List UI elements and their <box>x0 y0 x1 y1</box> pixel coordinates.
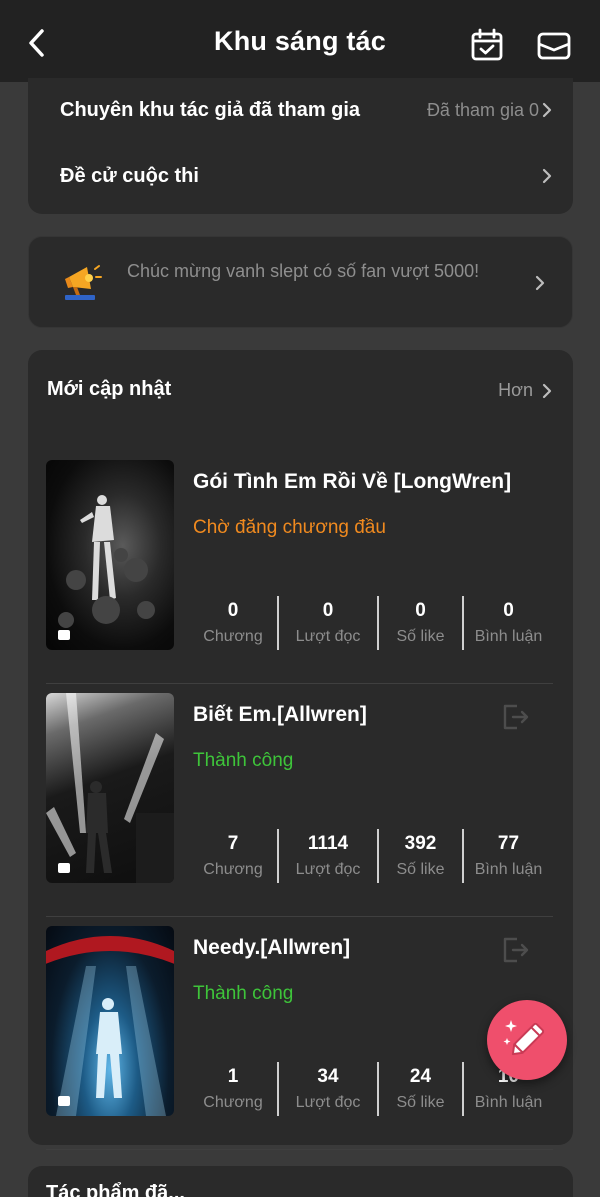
stat-caption: Số like <box>396 1094 445 1111</box>
work-item[interactable]: Biết Em.[Allwren] Thành công 7 Chương 11… <box>46 693 553 917</box>
app-header: Khu sáng tác <box>0 0 600 82</box>
cover-figure <box>58 495 155 628</box>
stat-likes: 0 Số like <box>379 596 464 650</box>
calendar-button[interactable] <box>470 28 504 62</box>
stat-caption: Chương <box>203 1094 263 1111</box>
stat-caption: Lượt đọc <box>295 861 361 878</box>
stat-chapters: 7 Chương <box>189 829 279 883</box>
exit-icon[interactable] <box>499 934 531 966</box>
work-title: Gói Tình Em Rồi Về [LongWren] <box>193 470 512 493</box>
stat-caption: Lượt đọc <box>295 628 361 645</box>
comment-badge-icon <box>58 1096 70 1106</box>
joined-author-zone-label: Chuyên khu tác giả đã tham gia <box>60 98 361 121</box>
stat-value: 34 <box>317 1066 339 1087</box>
stat-likes: 392 Số like <box>379 829 464 883</box>
cover-figure <box>46 693 174 883</box>
chevron-right-icon <box>542 102 552 118</box>
stat-comments: 0 Bình luận <box>464 596 553 650</box>
work-item[interactable]: Gói Tình Em Rồi Về [LongWren] Chờ đăng c… <box>46 460 553 684</box>
stat-value: 1114 <box>307 833 349 854</box>
comment-badge-icon <box>58 863 70 873</box>
stat-caption: Lượt đọc <box>295 1094 361 1111</box>
next-section-title: Tác phẩm đã... <box>46 1182 185 1197</box>
stat-caption: Số like <box>396 861 445 878</box>
stat-caption: Chương <box>203 861 263 878</box>
work-item[interactable]: Needy.[Allwren] Thành công 1 Chương 34 L… <box>46 926 553 1150</box>
notice-text: Chúc mừng vanh slept có số fan vượt 5000… <box>127 261 480 281</box>
mail-icon <box>537 32 571 60</box>
create-fab-button[interactable] <box>487 1000 567 1080</box>
megaphone-icon <box>65 265 102 300</box>
joined-author-zone-row[interactable]: Chuyên khu tác giả đã tham gia Đã tham g… <box>60 90 553 130</box>
chevron-right-icon <box>535 275 545 291</box>
stat-likes: 24 Số like <box>379 1062 464 1116</box>
stat-reads: 1114 Lượt đọc <box>279 829 379 883</box>
work-status: Thành công <box>193 983 294 1004</box>
stat-caption: Bình luận <box>474 628 543 645</box>
stat-comments: 77 Bình luận <box>464 829 553 883</box>
work-title: Biết Em.[Allwren] <box>193 703 367 726</box>
chevron-left-icon <box>29 29 44 57</box>
exit-icon[interactable] <box>499 701 531 733</box>
magic-pencil-icon <box>503 1020 545 1056</box>
stat-value: 0 <box>322 600 334 621</box>
stat-value: 7 <box>227 833 239 854</box>
next-section-card: Tác phẩm đã... <box>28 1166 573 1197</box>
stat-chapters: 0 Chương <box>189 596 279 650</box>
contest-nomination-label: Đề cử cuộc thi <box>60 164 199 187</box>
stat-value: 1 <box>227 1066 239 1087</box>
stat-value: 77 <box>497 833 520 854</box>
work-stats: 7 Chương 1114 Lượt đọc 392 Số like 77 Bì… <box>189 829 553 883</box>
stat-reads: 34 Lượt đọc <box>279 1062 379 1116</box>
more-link[interactable]: Hơn <box>498 380 553 401</box>
work-cover <box>46 460 174 650</box>
stat-value: 24 <box>409 1066 432 1087</box>
mail-button[interactable] <box>536 30 572 62</box>
chevron-right-icon <box>542 383 552 398</box>
calendar-check-icon <box>471 28 503 61</box>
stat-caption: Số like <box>396 628 445 645</box>
stat-value: 0 <box>503 600 514 621</box>
chevron-right-icon <box>542 168 552 184</box>
stat-caption: Bình luận <box>474 861 543 878</box>
work-cover <box>46 926 174 1116</box>
stat-reads: 0 Lượt đọc <box>279 596 379 650</box>
stat-value: 0 <box>415 600 426 621</box>
joined-count-value: Đã tham gia 0 <box>426 99 539 120</box>
work-title: Needy.[Allwren] <box>193 936 351 959</box>
back-button[interactable] <box>22 26 52 60</box>
contest-nomination-row[interactable]: Đề cử cuộc thi <box>60 156 553 196</box>
work-status: Chờ đăng chương đầu <box>193 517 386 538</box>
stat-value: 392 <box>404 833 437 854</box>
work-stats: 0 Chương 0 Lượt đọc 0 Số like 0 Bình luậ… <box>189 596 553 650</box>
section-title: Mới cập nhật <box>47 378 172 400</box>
top-menu-card: Chuyên khu tác giả đã tham gia Đã tham g… <box>28 78 573 214</box>
work-status: Thành công <box>193 750 294 771</box>
page-title: Khu sáng tác <box>214 25 386 56</box>
more-label: Hơn <box>498 380 533 400</box>
comment-badge-icon <box>58 630 70 640</box>
cover-figure <box>46 936 174 1116</box>
stat-value: 0 <box>227 600 239 621</box>
work-stats: 1 Chương 34 Lượt đọc 24 Số like 10 Bình … <box>189 1062 553 1116</box>
stat-chapters: 1 Chương <box>189 1062 279 1116</box>
notice-banner[interactable]: Chúc mừng vanh slept có số fan vượt 5000… <box>28 236 573 328</box>
work-cover <box>46 693 174 883</box>
stat-caption: Chương <box>203 628 263 645</box>
stat-caption: Bình luận <box>474 1094 543 1111</box>
